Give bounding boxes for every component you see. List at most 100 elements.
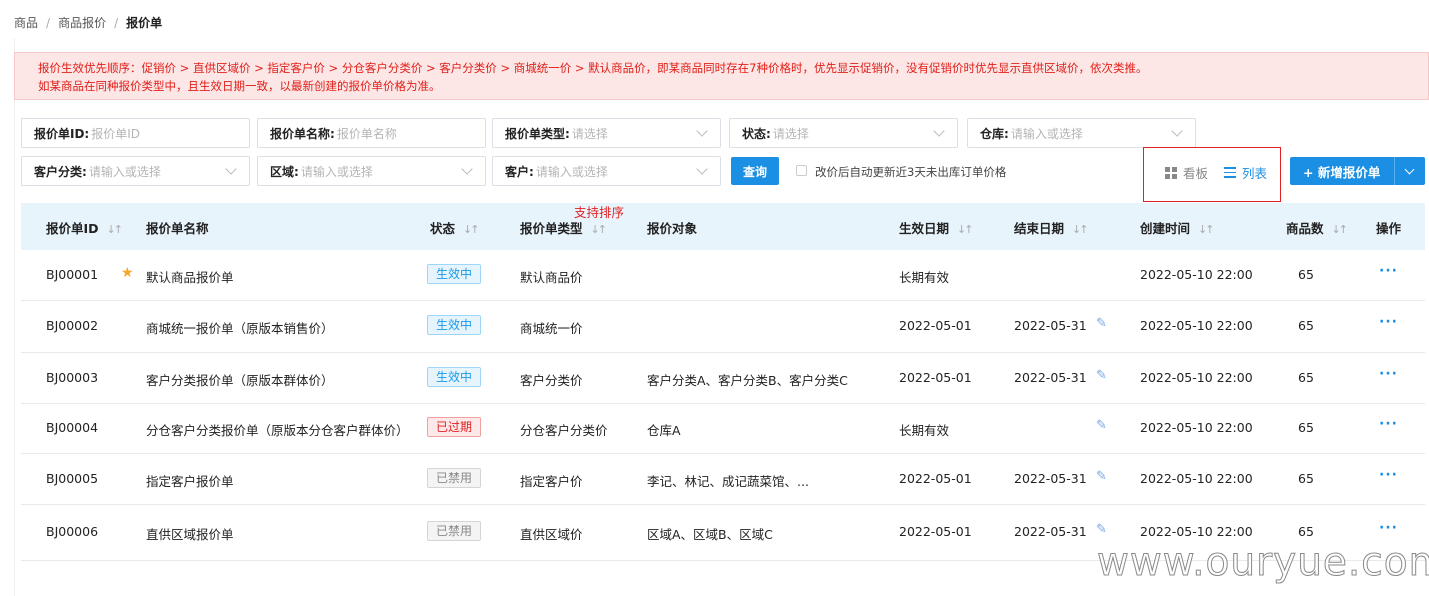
col-header-target: 报价对象 [647, 221, 698, 236]
cell-created: 2022-05-10 22:00 [1140, 369, 1253, 385]
region-select[interactable]: 区域: 请输入或选择 [257, 156, 486, 186]
cell-count: 65 [1298, 267, 1314, 282]
more-actions-icon[interactable]: ··· [1379, 416, 1398, 432]
cell-name[interactable]: 分仓客户分类报价单（原版本分仓客户群体价） [146, 420, 409, 439]
cell-count: 65 [1298, 470, 1314, 486]
chevron-down-icon [461, 163, 473, 175]
sort-icon[interactable]: ↓↑ [463, 223, 480, 236]
cell-type: 指定客户价 [520, 473, 583, 489]
cell-created: 2022-05-10 22:00 [1140, 267, 1253, 282]
quote-type-select[interactable]: 报价单类型: 请选择 [492, 118, 721, 148]
col-header-created[interactable]: 创建时间 ↓↑ [1140, 218, 1215, 237]
status-badge: 生效中 [427, 366, 482, 387]
cell-start: 2022-05-01 [899, 470, 972, 486]
breadcrumb-item-goods[interactable]: 商品 [14, 14, 38, 31]
cell-end: 2022-05-31 [1014, 470, 1087, 486]
edit-icon[interactable]: ✎ [1096, 316, 1107, 331]
cell-id: BJ00004 [46, 420, 99, 435]
col-header-ops: 操作 [1376, 221, 1402, 236]
cell-id: BJ00001 [46, 267, 99, 282]
cell-id: BJ00003 [46, 369, 99, 385]
col-header-name: 报价单名称 [146, 221, 209, 236]
status-badge: 生效中 [427, 264, 482, 284]
sort-icon[interactable]: ↓↑ [107, 223, 124, 236]
notice-line-2: 如某商品在同种报价类型中，且生效日期一致，以最新创建的报价单价格为准。 [38, 79, 441, 93]
auto-update-checkbox[interactable] [796, 165, 807, 176]
board-view-toggle[interactable]: 看板 [1165, 163, 1208, 182]
sort-icon[interactable]: ↓↑ [1072, 223, 1089, 236]
chevron-down-icon [696, 163, 708, 175]
col-header-status[interactable]: 状态 ↓↑ [430, 218, 480, 237]
list-view-toggle[interactable]: 列表 [1224, 163, 1267, 182]
cell-name[interactable]: 指定客户报价单 [146, 471, 234, 490]
cell-type: 直供区域价 [520, 527, 583, 542]
cell-name[interactable]: 默认商品报价单 [146, 267, 234, 286]
more-actions-icon[interactable]: ··· [1379, 520, 1398, 536]
more-actions-icon[interactable]: ··· [1379, 467, 1398, 483]
col-header-end[interactable]: 结束日期 ↓↑ [1014, 218, 1089, 237]
star-icon[interactable]: ★ [121, 265, 134, 281]
more-actions-icon[interactable]: ··· [1379, 263, 1398, 279]
cell-type: 商城统一价 [520, 321, 583, 336]
chevron-down-icon [933, 125, 945, 137]
breadcrumb-item-pricing[interactable]: 商品报价 [58, 14, 106, 31]
sort-icon[interactable]: ↓↑ [1332, 223, 1349, 236]
sort-icon[interactable]: ↓↑ [957, 223, 974, 236]
chevron-down-icon [1171, 125, 1183, 137]
sort-icon[interactable]: ↓↑ [1198, 223, 1215, 236]
cell-target: 仓库A [647, 423, 681, 438]
status-badge: 已过期 [427, 417, 482, 437]
customer-select[interactable]: 客户: 请输入或选择 [492, 156, 721, 186]
status-badge: 生效中 [427, 315, 482, 335]
cell-name[interactable]: 直供区域报价单 [146, 524, 234, 543]
cell-count: 65 [1298, 318, 1314, 333]
sort-icon[interactable]: ↓↑ [591, 223, 608, 236]
col-header-id[interactable]: 报价单ID ↓↑ [46, 218, 124, 237]
status-badge: 已禁用 [427, 521, 482, 541]
list-icon [1224, 167, 1236, 178]
add-dropdown-toggle[interactable] [1395, 157, 1425, 185]
more-actions-icon[interactable]: ··· [1379, 314, 1398, 330]
col-header-count[interactable]: 商品数 ↓↑ [1286, 218, 1349, 237]
col-header-start[interactable]: 生效日期 ↓↑ [899, 218, 974, 237]
cell-id: BJ00005 [46, 470, 99, 486]
chevron-down-icon [225, 163, 237, 175]
edit-icon[interactable]: ✎ [1096, 418, 1107, 433]
status-select[interactable]: 状态: 请选择 [729, 118, 958, 148]
cell-target: 区域A、区域B、区域C [647, 527, 773, 542]
cell-id: BJ00002 [46, 318, 99, 333]
edit-icon[interactable]: ✎ [1096, 368, 1107, 383]
watermark: www.ouryue.com [1097, 540, 1429, 586]
more-actions-icon[interactable]: ··· [1379, 366, 1398, 382]
quote-id-input[interactable]: 报价单ID: 报价单ID [21, 118, 250, 148]
cell-created: 2022-05-10 22:00 [1140, 318, 1253, 333]
cell-name[interactable]: 客户分类报价单（原版本群体价） [146, 370, 334, 389]
col-header-type[interactable]: 报价单类型 ↓↑ [520, 218, 608, 237]
add-quote-button[interactable]: + 新增报价单 [1290, 157, 1425, 185]
edit-icon[interactable]: ✎ [1096, 469, 1107, 484]
grid-icon [1165, 166, 1177, 179]
cell-start: 长期有效 [899, 270, 950, 285]
table-header [21, 203, 1425, 250]
cell-target: 客户分类A、客户分类B、客户分类C [647, 372, 848, 388]
cell-start: 长期有效 [899, 423, 950, 438]
customer-class-select[interactable]: 客户分类: 请输入或选择 [21, 156, 250, 186]
quote-name-input[interactable]: 报价单名称: 报价单名称 [257, 118, 486, 148]
cell-count: 65 [1298, 524, 1314, 539]
query-button[interactable]: 查询 [731, 157, 779, 185]
chevron-down-icon [696, 125, 708, 137]
cell-start: 2022-05-01 [899, 318, 972, 333]
cell-type: 默认商品价 [520, 270, 583, 285]
breadcrumb-item-current: 报价单 [126, 16, 163, 30]
warehouse-select[interactable]: 仓库: 请输入或选择 [967, 118, 1196, 148]
list-view-label: 列表 [1242, 166, 1268, 181]
edit-icon[interactable]: ✎ [1096, 522, 1107, 537]
priority-notice: 报价生效优先顺序：促销价 > 直供区域价 > 指定客户价 > 分仓客户分类价 >… [14, 52, 1429, 100]
cell-name[interactable]: 商城统一报价单（原版本销售价） [146, 318, 334, 337]
cell-type: 分仓客户分类价 [520, 423, 608, 438]
status-badge: 已禁用 [427, 467, 482, 488]
cell-start: 2022-05-01 [899, 524, 972, 539]
cell-created: 2022-05-10 22:00 [1140, 524, 1253, 539]
breadcrumb: 商品 / 商品报价 / 报价单 [14, 14, 163, 31]
cell-created: 2022-05-10 22:00 [1140, 470, 1253, 486]
